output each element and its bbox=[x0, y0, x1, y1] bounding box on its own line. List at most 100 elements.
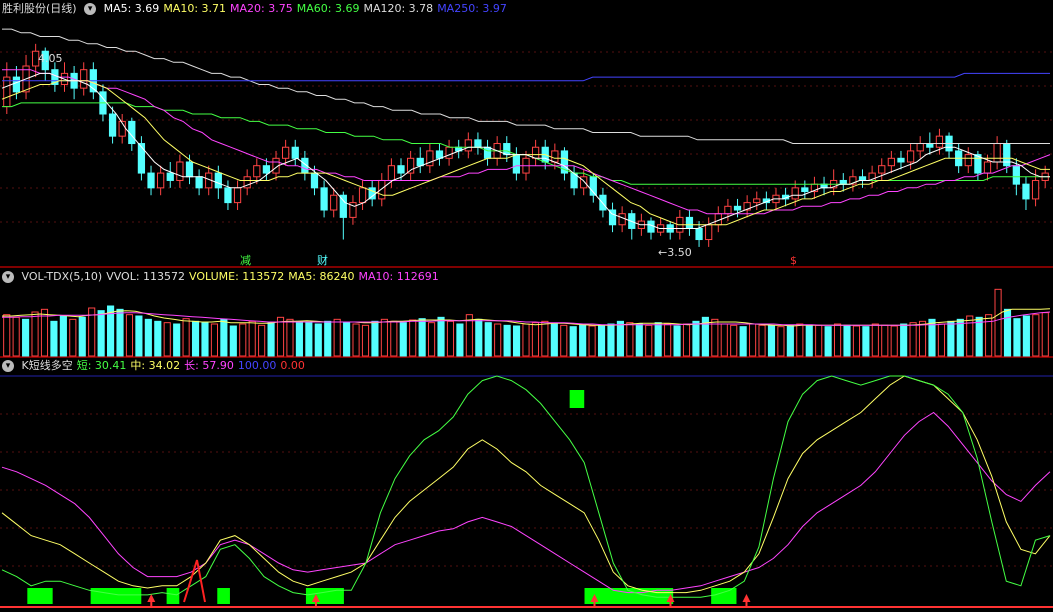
volume-bar bbox=[220, 318, 228, 357]
volume-bar bbox=[975, 316, 983, 357]
candle-body bbox=[330, 194, 338, 211]
candle-body bbox=[464, 139, 472, 152]
candle-body bbox=[503, 143, 511, 156]
volume-bar bbox=[210, 323, 219, 357]
candle-body bbox=[964, 154, 972, 167]
vol-label-4: MA10: 112691 bbox=[358, 270, 439, 283]
indicator-chart[interactable] bbox=[0, 358, 1053, 612]
volume-bar bbox=[730, 324, 738, 357]
ma-labels: MA5: 3.69 MA10: 3.71 MA20: 3.75 MA60: 3.69 M… bbox=[104, 2, 511, 15]
volume-bar bbox=[871, 323, 879, 357]
volume-bar bbox=[843, 324, 851, 357]
candle-body bbox=[483, 146, 492, 159]
signal-bar bbox=[217, 588, 230, 604]
ma-label-4: MA120: 3.78 bbox=[363, 2, 434, 15]
candle-body bbox=[262, 165, 271, 174]
volume-labels: VOL-TDX(5,10) VVOL: 113572 VOLUME: 113572 M… bbox=[22, 270, 443, 283]
candle-body bbox=[580, 176, 588, 189]
chevron-down-icon[interactable]: ▾ bbox=[84, 3, 97, 15]
candle-body bbox=[195, 176, 203, 189]
volume-bar bbox=[560, 324, 568, 357]
ma-label-2: MA20: 3.75 bbox=[230, 2, 293, 15]
ma120-line bbox=[2, 28, 1050, 144]
candle-body bbox=[512, 154, 521, 174]
volume-bar bbox=[815, 324, 823, 357]
candle-body bbox=[358, 187, 367, 204]
candle-body bbox=[618, 213, 626, 226]
volume-bar bbox=[239, 323, 247, 357]
ma20-line bbox=[2, 69, 1051, 215]
chevron-down-icon[interactable]: ▾ bbox=[2, 360, 14, 372]
volume-bar bbox=[380, 318, 388, 357]
candle-body bbox=[906, 150, 915, 163]
vol-label-3: MA5: 86240 bbox=[288, 270, 355, 283]
candle-body bbox=[406, 157, 415, 174]
volume-bar bbox=[645, 324, 653, 357]
volume-bar bbox=[154, 320, 162, 357]
volume-bar bbox=[626, 322, 634, 357]
candle-body bbox=[801, 187, 809, 193]
volume-header: ▾ VOL-TDX(5,10) VVOL: 113572 VOLUME: 11357… bbox=[2, 269, 447, 285]
candle-body bbox=[733, 205, 742, 211]
vol-label-1: VVOL: 113572 bbox=[106, 270, 186, 283]
candle-body bbox=[368, 187, 376, 200]
k-label-1: 短: 30.41 bbox=[76, 359, 127, 372]
candle-body bbox=[897, 157, 905, 163]
candle-body bbox=[753, 198, 761, 204]
volume-bar bbox=[333, 318, 341, 357]
low-price-label: ←3.50 bbox=[658, 246, 692, 259]
volume-bar bbox=[324, 320, 332, 357]
candle-body bbox=[551, 150, 559, 163]
candle-body bbox=[705, 224, 713, 241]
price-chart[interactable] bbox=[0, 0, 1053, 268]
volume-bar bbox=[1013, 318, 1021, 357]
marker-jian: 减 bbox=[240, 254, 251, 267]
ma250-line bbox=[2, 72, 1050, 82]
volume-bar bbox=[428, 322, 436, 357]
volume-pane[interactable]: ▾ VOL-TDX(5,10) VVOL: 113572 VOLUME: 11357… bbox=[0, 268, 1053, 358]
k-label-5: 0.00 bbox=[280, 359, 305, 372]
volume-bar bbox=[994, 288, 1002, 357]
candle-body bbox=[253, 165, 261, 178]
volume-bar bbox=[494, 323, 502, 357]
volume-bar bbox=[909, 322, 917, 357]
candle-body bbox=[1022, 183, 1030, 200]
volume-bar bbox=[173, 323, 181, 357]
indicator-pane[interactable]: ▾ K短线多空 短: 30.41 中: 34.02 长: 57.90 100.00 0.0… bbox=[0, 358, 1053, 612]
candle-body bbox=[474, 139, 482, 148]
k-label-4: 100.00 bbox=[237, 359, 277, 372]
volume-bar bbox=[1003, 308, 1012, 357]
volume-bar bbox=[116, 308, 124, 357]
volume-bar bbox=[50, 320, 58, 357]
volume-bar bbox=[135, 315, 143, 357]
chevron-down-icon[interactable]: ▾ bbox=[2, 271, 14, 283]
volume-bar bbox=[456, 323, 464, 357]
volume-bar bbox=[182, 318, 190, 357]
candle-body bbox=[387, 165, 396, 181]
volume-bar bbox=[446, 320, 455, 357]
volume-bar bbox=[276, 316, 285, 357]
volume-bar bbox=[550, 323, 558, 357]
volume-bar bbox=[314, 323, 322, 357]
marker-cai: 财 bbox=[317, 254, 328, 267]
volume-bar bbox=[796, 323, 804, 357]
volume-bar bbox=[201, 322, 209, 357]
volume-bar bbox=[947, 320, 955, 357]
volume-bar bbox=[390, 320, 398, 357]
candle-body bbox=[647, 220, 655, 233]
candle-body bbox=[791, 187, 799, 200]
signal-bar bbox=[166, 588, 180, 604]
indicator-header: ▾ K短线多空 短: 30.41 中: 34.02 长: 57.90 100.00 0.0… bbox=[2, 358, 313, 374]
candle-body bbox=[916, 143, 924, 152]
volume-bar bbox=[512, 325, 521, 357]
candle-body bbox=[310, 172, 319, 189]
candle-body bbox=[820, 183, 828, 189]
volume-bar bbox=[295, 320, 303, 357]
volume-bar bbox=[985, 314, 993, 357]
candle-body bbox=[233, 187, 242, 204]
volume-bar bbox=[777, 326, 785, 357]
volume-bar bbox=[937, 323, 945, 357]
price-pane[interactable]: 胜利股份(日线) ▾ MA5: 3.69 MA10: 3.71 MA20: 3.75… bbox=[0, 0, 1053, 268]
volume-bar bbox=[654, 322, 662, 357]
candle-body bbox=[166, 172, 174, 181]
